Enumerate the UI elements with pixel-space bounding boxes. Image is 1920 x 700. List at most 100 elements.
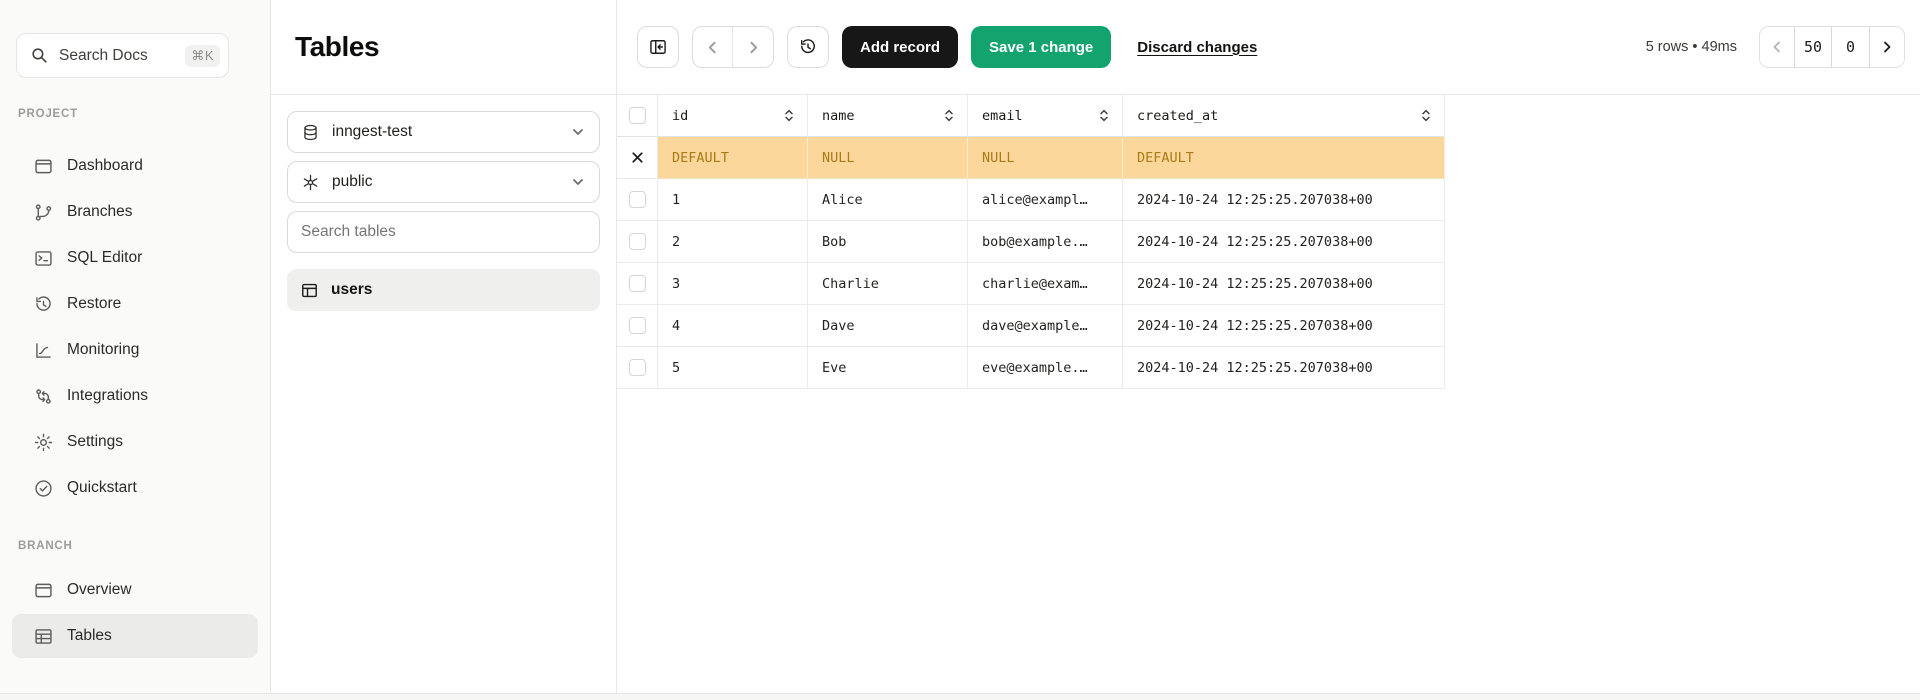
column-header-created-at[interactable]: created_at [1123, 95, 1445, 137]
row-checkbox[interactable] [629, 359, 646, 376]
search-docs-label: Search Docs [59, 47, 148, 65]
cell-email[interactable]: bob@example.… [968, 221, 1123, 263]
row-checkbox[interactable] [629, 275, 646, 292]
cell-email[interactable]: dave@example… [968, 305, 1123, 347]
git-branch-icon [32, 201, 54, 223]
cell-id[interactable]: 2 [658, 221, 808, 263]
column-header-name[interactable]: name [808, 95, 968, 137]
collapse-panel-button[interactable] [637, 26, 679, 68]
search-icon [30, 46, 49, 65]
row-checkbox[interactable] [629, 317, 646, 334]
table-grid-icon [300, 280, 320, 300]
sidebar-item-settings[interactable]: Settings [12, 420, 258, 464]
remove-pending-row-cell [617, 137, 658, 179]
discard-changes-link[interactable]: Discard changes [1137, 39, 1257, 56]
select-all-checkbox[interactable] [629, 107, 646, 124]
sidebar-item-branches[interactable]: Branches [12, 190, 258, 234]
cell-created-at[interactable]: 2024-10-24 12:25:25.207038+00 [1123, 305, 1445, 347]
search-docs-button[interactable]: Search Docs ⌘K [16, 33, 229, 78]
pending-cell-name[interactable]: NULL [808, 137, 968, 179]
cell-id[interactable]: 1 [658, 179, 808, 221]
cell-name[interactable]: Bob [808, 221, 968, 263]
pending-new-row: DEFAULT NULL NULL DEFAULT [617, 137, 1920, 179]
schema-select[interactable]: public [287, 161, 600, 203]
search-shortcut-badge: ⌘K [185, 45, 220, 67]
sidebar-item-dashboard[interactable]: Dashboard [12, 144, 258, 188]
sort-icon[interactable] [1097, 108, 1111, 123]
table-row: 5 Eve eve@example.… 2024-10-24 12:25:25.… [617, 347, 1920, 389]
main-area: Add record Save 1 change Discard changes… [617, 0, 1920, 700]
sort-icon[interactable] [942, 108, 956, 123]
add-record-button[interactable]: Add record [842, 26, 958, 68]
cell-id[interactable]: 5 [658, 347, 808, 389]
chart-icon [32, 339, 54, 361]
collapse-panel-icon [648, 37, 668, 57]
table-list-item-users[interactable]: users [287, 269, 600, 311]
schema-select-value: public [332, 173, 373, 191]
column-header-id[interactable]: id [658, 95, 808, 137]
viewport-bottom-edge [0, 693, 1920, 700]
database-select[interactable]: inngest-test [287, 111, 600, 153]
pagination-control: 50 0 [1759, 26, 1905, 68]
sort-icon[interactable] [1419, 108, 1433, 123]
cell-name[interactable]: Dave [808, 305, 968, 347]
select-all-cell [617, 95, 658, 137]
table-row: 3 Charlie charlie@exam… 2024-10-24 12:25… [617, 263, 1920, 305]
history-icon [798, 37, 818, 57]
cell-name[interactable]: Alice [808, 179, 968, 221]
cell-email[interactable]: eve@example.… [968, 347, 1123, 389]
column-header-email[interactable]: email [968, 95, 1123, 137]
save-changes-button[interactable]: Save 1 change [971, 26, 1111, 68]
sidebar-item-sql-editor[interactable]: SQL Editor [12, 236, 258, 280]
section-label-branch: BRANCH [18, 540, 270, 552]
check-circle-icon [32, 477, 54, 499]
table-row: 4 Dave dave@example… 2024-10-24 12:25:25… [617, 305, 1920, 347]
page-size-field[interactable]: 50 [1794, 27, 1832, 67]
cell-created-at[interactable]: 2024-10-24 12:25:25.207038+00 [1123, 347, 1445, 389]
query-stats: 5 rows • 49ms [1646, 39, 1737, 55]
forward-button[interactable] [733, 27, 773, 67]
sidebar-item-quickstart[interactable]: Quickstart [12, 466, 258, 510]
browser-window-icon [32, 579, 54, 601]
cell-created-at[interactable]: 2024-10-24 12:25:25.207038+00 [1123, 263, 1445, 305]
cell-id[interactable]: 3 [658, 263, 808, 305]
app-window: Search Docs ⌘K PROJECT Dashboard Branche… [0, 0, 1920, 700]
undo-redo-group [692, 26, 774, 68]
history-button[interactable] [787, 26, 829, 68]
page-title: Tables [295, 31, 379, 63]
next-page-button[interactable] [1870, 27, 1904, 67]
table-row: 1 Alice alice@exampl… 2024-10-24 12:25:2… [617, 179, 1920, 221]
cell-email[interactable]: charlie@exam… [968, 263, 1123, 305]
cell-email[interactable]: alice@exampl… [968, 179, 1123, 221]
prev-page-button[interactable] [1760, 27, 1794, 67]
row-checkbox[interactable] [629, 191, 646, 208]
dashboard-icon [32, 155, 54, 177]
panel-body: inngest-test public users [271, 95, 616, 327]
pending-cell-email[interactable]: NULL [968, 137, 1123, 179]
gear-icon [32, 431, 54, 453]
cell-name[interactable]: Charlie [808, 263, 968, 305]
search-tables-input[interactable] [287, 211, 600, 253]
cell-id[interactable]: 4 [658, 305, 808, 347]
table-grid-icon [32, 625, 54, 647]
table-row: 2 Bob bob@example.… 2024-10-24 12:25:25.… [617, 221, 1920, 263]
row-checkbox[interactable] [629, 233, 646, 250]
page-offset-field[interactable]: 0 [1832, 27, 1870, 67]
cell-created-at[interactable]: 2024-10-24 12:25:25.207038+00 [1123, 179, 1445, 221]
sort-icon[interactable] [782, 108, 796, 123]
pending-cell-created-at[interactable]: DEFAULT [1123, 137, 1445, 179]
database-select-value: inngest-test [332, 123, 412, 141]
terminal-icon [32, 247, 54, 269]
cell-created-at[interactable]: 2024-10-24 12:25:25.207038+00 [1123, 221, 1445, 263]
sidebar-item-overview[interactable]: Overview [12, 568, 258, 612]
back-button[interactable] [693, 27, 733, 67]
table-name-label: users [331, 281, 372, 299]
schema-icon [301, 172, 321, 192]
sidebar-item-integrations[interactable]: Integrations [12, 374, 258, 418]
sidebar-item-restore[interactable]: Restore [12, 282, 258, 326]
cell-name[interactable]: Eve [808, 347, 968, 389]
sidebar-item-monitoring[interactable]: Monitoring [12, 328, 258, 372]
sidebar-item-tables[interactable]: Tables [12, 614, 258, 658]
remove-pending-row-button[interactable] [617, 137, 657, 178]
pending-cell-id[interactable]: DEFAULT [658, 137, 808, 179]
